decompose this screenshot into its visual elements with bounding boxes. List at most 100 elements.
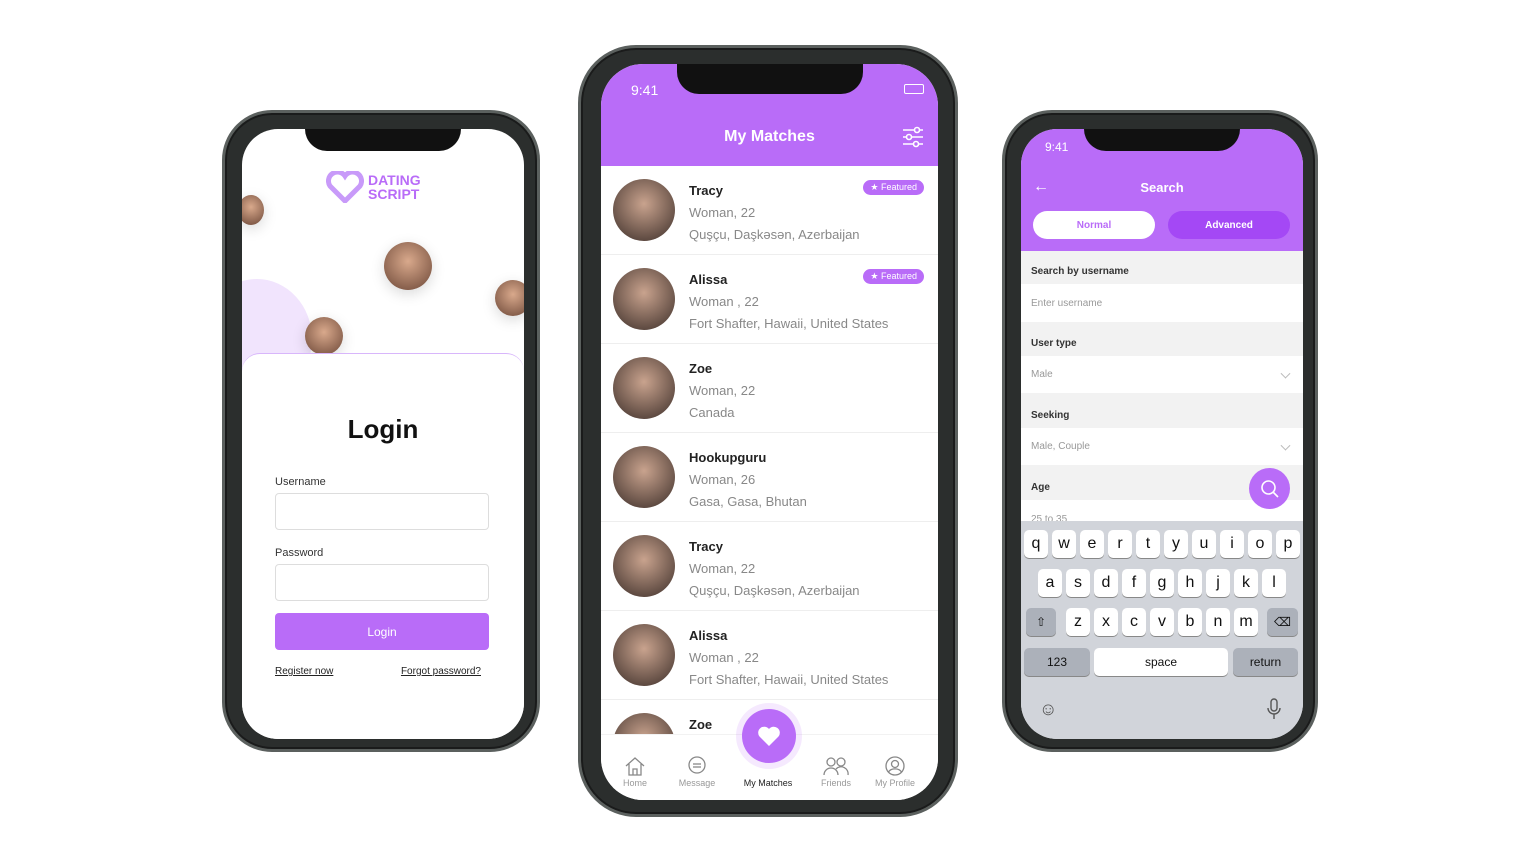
tab-home[interactable]: Home (605, 756, 665, 788)
key-n[interactable]: n (1206, 608, 1230, 636)
match-list-item[interactable]: Tracy Woman, 22 Quşçu, Daşkəsən, Azerbai… (601, 166, 938, 255)
seeking-select[interactable]: Male, Couple (1021, 428, 1303, 465)
key-m[interactable]: m (1234, 608, 1258, 636)
status-time: 9:41 (631, 82, 659, 98)
match-list-item[interactable]: Zoe Woman, 22 Canada (601, 344, 938, 433)
page-title: Search (1140, 180, 1184, 195)
user-type-select[interactable]: Male (1021, 356, 1303, 393)
chevron-down-icon (1280, 440, 1291, 451)
key-h[interactable]: h (1178, 569, 1202, 597)
page-title: My Matches (724, 128, 815, 145)
search-phone: 9:41 ← Search Normal Advanced Search by … (1002, 110, 1318, 752)
key-e[interactable]: e (1080, 530, 1104, 558)
key-x[interactable]: x (1094, 608, 1118, 636)
microphone-icon[interactable] (1267, 698, 1281, 720)
login-card: Login Username Password Login Register n… (242, 353, 524, 739)
tab-advanced[interactable]: Advanced (1168, 211, 1290, 239)
return-key[interactable]: return (1233, 648, 1298, 676)
home-icon (625, 757, 645, 776)
key-i[interactable]: i (1220, 530, 1244, 558)
matches-screen: 9:41 My Matches Tracy Woman, 22 Quşçu, D… (601, 64, 938, 800)
match-list-item[interactable]: Hookupguru Woman, 26 Gasa, Gasa, Bhutan (601, 433, 938, 522)
key-g[interactable]: g (1150, 569, 1174, 597)
key-u[interactable]: u (1192, 530, 1216, 558)
notch (305, 129, 461, 151)
match-gender-age: Woman, 26 (689, 472, 756, 487)
match-gender-age: Woman , 22 (689, 650, 759, 665)
login-screen: DATING SCRIPT Login Username Password Log… (242, 129, 524, 739)
key-q[interactable]: q (1024, 530, 1048, 558)
numbers-key[interactable]: 123 (1024, 648, 1090, 676)
key-w[interactable]: w (1052, 530, 1076, 558)
avatar (613, 268, 675, 330)
battery-icon (904, 84, 924, 94)
seeking-label: Seeking (1031, 410, 1070, 421)
profile-photo (305, 317, 343, 355)
match-list-item[interactable]: Alissa Woman , 22 Fort Shafter, Hawaii, … (601, 611, 938, 700)
login-phone: DATING SCRIPT Login Username Password Log… (222, 110, 540, 752)
key-r[interactable]: r (1108, 530, 1132, 558)
header: 9:41 ← Search Normal Advanced (1021, 129, 1303, 251)
key-a[interactable]: a (1038, 569, 1062, 597)
friends-icon (823, 757, 849, 776)
key-l[interactable]: l (1262, 569, 1286, 597)
match-gender-age: Woman, 22 (689, 205, 756, 220)
login-title: Login (347, 414, 419, 444)
match-gender-age: Woman, 22 (689, 561, 756, 576)
tab-normal[interactable]: Normal (1033, 211, 1155, 239)
sliders-icon[interactable] (902, 126, 924, 148)
tab-message[interactable]: Message (667, 756, 727, 788)
match-name: Tracy (689, 539, 723, 554)
tab-friends[interactable]: Friends (806, 756, 866, 788)
key-c[interactable]: c (1122, 608, 1146, 636)
match-list-item[interactable]: Alissa Woman , 22 Fort Shafter, Hawaii, … (601, 255, 938, 344)
emoji-icon[interactable]: ☺ (1039, 699, 1057, 720)
match-name: Zoe (689, 361, 713, 376)
key-o[interactable]: o (1248, 530, 1272, 558)
space-key[interactable]: space (1094, 648, 1228, 676)
featured-badge: ★ Featured (863, 269, 924, 284)
tab-my-profile[interactable]: My Profile (865, 756, 925, 788)
key-t[interactable]: t (1136, 530, 1160, 558)
key-b[interactable]: b (1178, 608, 1202, 636)
match-location: Quşçu, Daşkəsən, Azerbaijan (689, 227, 860, 242)
search-icon (1260, 479, 1279, 498)
username-input[interactable]: Enter username (1021, 284, 1303, 322)
password-input[interactable] (275, 564, 489, 601)
my-matches-fab[interactable] (742, 709, 796, 763)
key-j[interactable]: j (1206, 569, 1230, 597)
notch (676, 64, 863, 94)
key-s[interactable]: s (1066, 569, 1090, 597)
search-button[interactable] (1249, 468, 1290, 509)
login-button[interactable]: Login (275, 613, 489, 650)
key-z[interactable]: z (1066, 608, 1090, 636)
key-p[interactable]: p (1276, 530, 1300, 558)
user-type-label: User type (1031, 338, 1077, 349)
avatar (613, 357, 675, 419)
key-v[interactable]: v (1150, 608, 1174, 636)
avatar (613, 535, 675, 597)
match-name: Alissa (689, 628, 728, 643)
username-input[interactable] (275, 493, 489, 530)
match-list-item[interactable]: Tracy Woman, 22 Quşçu, Daşkəsən, Azerbai… (601, 522, 938, 611)
match-name: Hookupguru (689, 450, 767, 465)
shift-key[interactable]: ⇧ (1026, 608, 1056, 636)
key-d[interactable]: d (1094, 569, 1118, 597)
register-link[interactable]: Register now (275, 666, 333, 677)
match-location: Fort Shafter, Hawaii, United States (689, 316, 889, 331)
profile-icon (885, 756, 905, 776)
username-label: Search by username (1031, 266, 1129, 277)
featured-badge: ★ Featured (863, 180, 924, 195)
notch (1084, 129, 1240, 151)
avatar (613, 446, 675, 508)
key-y[interactable]: y (1164, 530, 1188, 558)
key-f[interactable]: f (1122, 569, 1146, 597)
search-screen: 9:41 ← Search Normal Advanced Search by … (1021, 129, 1303, 739)
forgot-password-link[interactable]: Forgot password? (401, 666, 481, 677)
match-name: Tracy (689, 183, 723, 198)
avatar (613, 624, 675, 686)
logo-text: DATING SCRIPT (368, 172, 421, 202)
backspace-key[interactable]: ⌫ (1267, 608, 1298, 636)
key-k[interactable]: k (1234, 569, 1258, 597)
password-label: Password (275, 547, 324, 559)
